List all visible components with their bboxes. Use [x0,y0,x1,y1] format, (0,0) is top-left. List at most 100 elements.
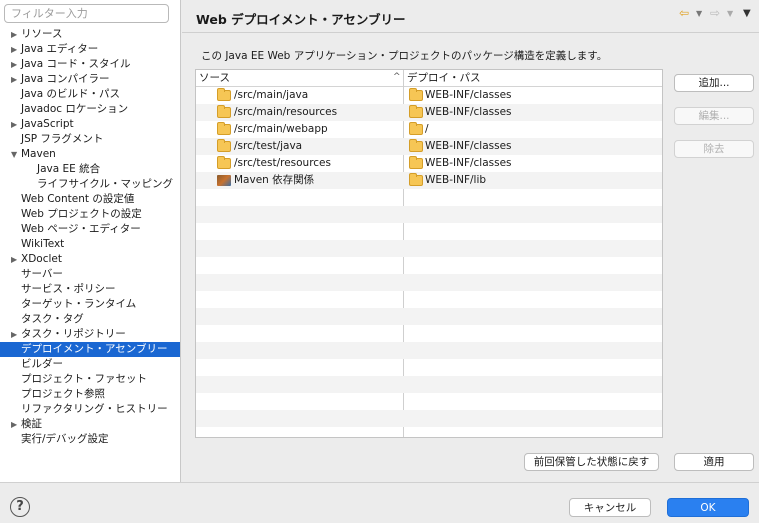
table-row[interactable] [196,427,662,437]
table-row[interactable] [196,308,662,325]
forward-arrow-icon[interactable]: ⇨ [710,6,720,20]
sidebar-item[interactable]: 実行/デバッグ設定 [0,432,180,447]
folder-icon [409,173,423,186]
folder-icon [217,105,231,118]
table-row[interactable] [196,223,662,240]
sidebar-item[interactable]: ▶ タスク・リポジトリー [0,327,180,342]
preferences-tree: ▶ リソース ▶ Java エディター ▶ Java コード・スタイル ▶ Java コンパイ… [0,27,180,447]
sidebar-item[interactable]: ▶ JavaScript [0,117,180,132]
collapsed-arrow-icon[interactable]: ▶ [11,327,19,342]
forward-dropdown-icon[interactable]: ▼ [727,9,733,18]
sidebar-item[interactable]: WikiText [0,237,180,252]
table-row[interactable] [196,291,662,308]
sidebar-item[interactable]: ▼ Maven [0,147,180,162]
sidebar-item[interactable]: Java のビルド・パス [0,87,180,102]
back-dropdown-icon[interactable]: ▼ [696,9,702,18]
sidebar-item[interactable]: ビルダー [0,357,180,372]
folder-icon [217,122,231,135]
sidebar-item-label: 実行/デバッグ設定 [21,433,109,445]
sidebar-item-label: 検証 [21,418,42,430]
back-arrow-icon[interactable]: ⇦ [679,6,689,20]
help-icon[interactable]: ? [10,497,30,517]
sidebar-item[interactable]: Java EE 統合 [0,162,180,177]
table-row[interactable]: /src/test/java WEB-INF/classes [196,138,662,155]
table-row[interactable] [196,189,662,206]
sidebar-item-label: WikiText [21,238,65,250]
table-row[interactable] [196,206,662,223]
column-header-source[interactable]: ソース [199,70,230,86]
ok-button[interactable]: OK [667,498,749,517]
apply-button[interactable]: 適用 [674,453,754,471]
sidebar-item[interactable]: サービス・ポリシー [0,282,180,297]
collapsed-arrow-icon[interactable]: ▶ [11,57,19,72]
sidebar-item[interactable]: Web ページ・エディター [0,222,180,237]
table-row[interactable] [196,325,662,342]
sidebar-item[interactable]: リファクタリング・ヒストリー [0,402,180,417]
source-cell: /src/main/webapp [234,123,328,135]
collapsed-arrow-icon[interactable]: ▶ [11,27,19,42]
deploy-path-cell: WEB-INF/classes [425,89,512,101]
add-button[interactable]: 追加... [674,74,754,92]
deploy-path-cell: WEB-INF/lib [425,174,487,186]
table-row[interactable]: /src/main/webapp / [196,121,662,138]
table-row[interactable]: /src/test/resources WEB-INF/classes [196,155,662,172]
table-row[interactable] [196,240,662,257]
sidebar-item-label: Web ページ・エディター [21,223,141,235]
sidebar-item[interactable]: JSP フラグメント [0,132,180,147]
table-row[interactable] [196,393,662,410]
collapsed-arrow-icon[interactable]: ▶ [11,42,19,57]
sidebar-item[interactable]: ▶ Java コンパイラー [0,72,180,87]
table-row[interactable] [196,342,662,359]
sidebar-item-label: プロジェクト・ファセット [21,373,147,385]
sidebar-item[interactable]: デプロイメント・アセンブリー [0,342,180,357]
edit-button[interactable]: 編集... [674,107,754,125]
sidebar-item-label: デプロイメント・アセンブリー [21,343,168,355]
sidebar-item[interactable]: タスク・タグ [0,312,180,327]
sidebar-item[interactable]: プロジェクト参照 [0,387,180,402]
assembly-table[interactable]: ソース ^ デプロイ・パス /src/main/java WEB-INF/clas… [195,69,663,438]
table-row[interactable] [196,359,662,376]
sidebar-item[interactable]: Javadoc ロケーション [0,102,180,117]
sidebar-item[interactable]: プロジェクト・ファセット [0,372,180,387]
column-header-deploy-path[interactable]: デプロイ・パス [407,70,481,86]
collapsed-arrow-icon[interactable]: ▶ [11,117,19,132]
sidebar-item[interactable]: サーバー [0,267,180,282]
remove-button[interactable]: 除去 [674,140,754,158]
sidebar-item[interactable]: ▶ Java エディター [0,42,180,57]
sidebar-item[interactable]: ▶ リソース [0,27,180,42]
source-cell: /src/main/resources [234,106,338,118]
collapsed-arrow-icon[interactable]: ▶ [11,72,19,87]
sidebar-item[interactable]: Web プロジェクトの設定 [0,207,180,222]
sidebar-item-label: Java コード・スタイル [21,58,131,70]
source-cell: /src/test/java [234,140,303,152]
table-row[interactable] [196,274,662,291]
sidebar-item-label: Java EE 統合 [37,163,101,175]
sidebar-item[interactable]: ターゲット・ランタイム [0,297,180,312]
sidebar-item-label: Java のビルド・パス [21,88,121,100]
sidebar-item-label: ライフサイクル・マッピング [37,178,173,190]
sidebar-item[interactable]: ▶ XDoclet [0,252,180,267]
collapsed-arrow-icon[interactable]: ▶ [11,417,19,432]
table-row[interactable] [196,257,662,274]
sidebar-item[interactable]: ▶ 検証 [0,417,180,432]
view-menu-icon[interactable]: ▼ [743,8,751,19]
deploy-path-cell: WEB-INF/classes [425,157,512,169]
table-row[interactable] [196,410,662,427]
sidebar-item-label: Javadoc ロケーション [21,103,129,115]
sidebar-item[interactable]: Web Content の設定値 [0,192,180,207]
table-row[interactable]: Maven 依存関係 WEB-INF/lib [196,172,662,189]
table-row[interactable]: /src/main/resources WEB-INF/classes [196,104,662,121]
cancel-button[interactable]: キャンセル [569,498,651,517]
sidebar-item[interactable]: ライフサイクル・マッピング [0,177,180,192]
sidebar-item-label: タスク・タグ [21,313,84,325]
expanded-arrow-icon[interactable]: ▼ [11,147,19,162]
filter-input[interactable] [4,4,169,23]
sidebar-item[interactable]: ▶ Java コード・スタイル [0,57,180,72]
deploy-path-cell: / [425,123,429,135]
folder-icon [409,122,423,135]
collapsed-arrow-icon[interactable]: ▶ [11,252,19,267]
table-row[interactable] [196,376,662,393]
source-cell: Maven 依存関係 [234,174,315,186]
restore-defaults-button[interactable]: 前回保管した状態に戻す [524,453,659,471]
table-row[interactable]: /src/main/java WEB-INF/classes [196,87,662,104]
